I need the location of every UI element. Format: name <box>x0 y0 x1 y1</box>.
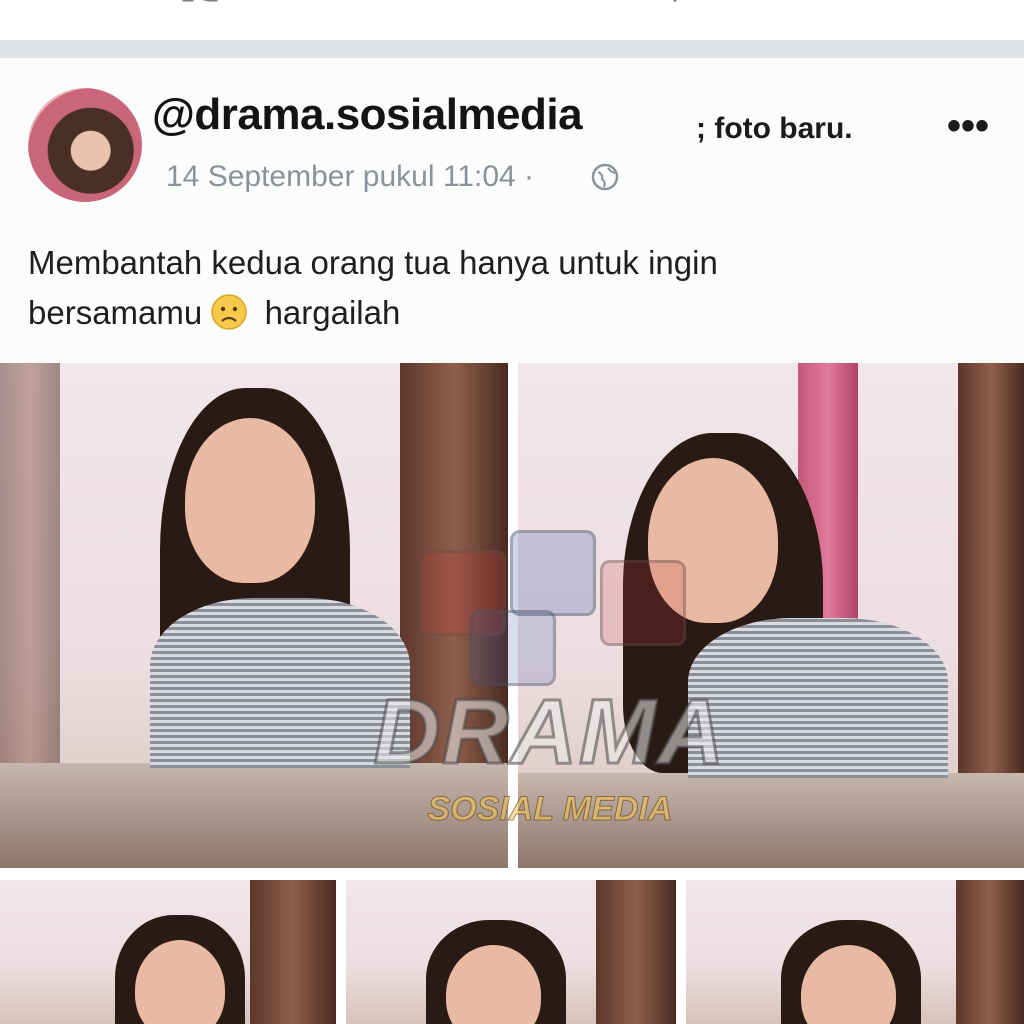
globe-icon <box>591 163 619 191</box>
post-body: Membantah kedua orang tua hanya untuk in… <box>28 238 988 338</box>
share-icon[interactable] <box>655 0 695 14</box>
sad-face-emoji <box>211 294 248 330</box>
post-photo-3[interactable] <box>0 880 336 1024</box>
post-caption-tail: ; foto baru. <box>696 112 853 145</box>
photo-subject-face <box>185 418 315 583</box>
post-text-line-2: bersamamu hargailah <box>28 288 988 338</box>
post-photo-5[interactable] <box>686 880 1024 1024</box>
photo-curtain <box>596 880 676 1024</box>
photo-subject-shirt <box>688 618 948 778</box>
photo-curtain <box>956 880 1024 1024</box>
post-separator <box>0 40 1024 58</box>
post-photo-4[interactable] <box>346 880 676 1024</box>
like-icon[interactable] <box>180 0 220 14</box>
post-text-after-emoji: hargailah <box>264 294 401 331</box>
photo-curtain <box>250 880 336 1024</box>
previous-post-action-bar <box>0 0 1024 40</box>
more-icon[interactable]: ••• <box>940 106 996 146</box>
post-photo-1[interactable] <box>0 363 508 868</box>
photo-table <box>518 773 1024 868</box>
post-photo-2[interactable] <box>518 363 1024 868</box>
photo-table <box>0 763 508 868</box>
photo-subject-shirt <box>150 598 410 768</box>
post-timestamp[interactable]: 14 September pukul 11:04 · <box>166 160 534 194</box>
photo-subject-face <box>648 458 778 623</box>
post-text-line-1: Membantah kedua orang tua hanya untuk in… <box>28 244 718 281</box>
avatar[interactable] <box>28 88 142 202</box>
post-text-before-emoji: bersamamu <box>28 294 203 331</box>
post-author-handle[interactable]: @drama.sosialmedia <box>152 90 583 140</box>
